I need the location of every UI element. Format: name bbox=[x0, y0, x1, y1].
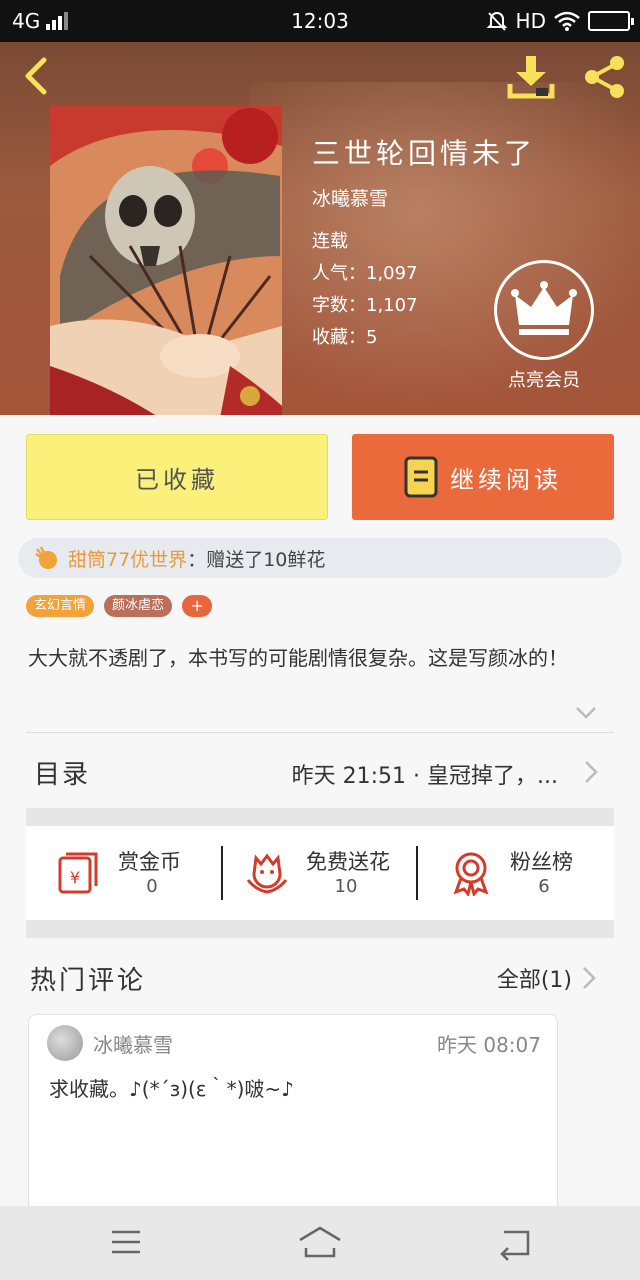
comment-text: 求收藏。♪(*´з)(ε｀*)啵~♪ bbox=[49, 1077, 294, 1101]
gift-message: ：赠送了10鲜花 bbox=[187, 548, 326, 571]
tag-item[interactable]: 颜冰虐恋 bbox=[104, 595, 173, 617]
comments-title: 热门评论 bbox=[30, 966, 147, 996]
book-header: 三世轮回情未了 冰曦慕雪 连载 人气：1,097 字数：1,107 收藏：5 点… bbox=[0, 42, 640, 415]
stat-label: 赏金币 bbox=[118, 850, 181, 874]
back-button[interactable] bbox=[18, 56, 54, 96]
continue-reading-button[interactable]: 继续阅读 bbox=[352, 434, 614, 520]
stat-divider bbox=[416, 846, 418, 900]
flower-gift-icon bbox=[35, 546, 57, 569]
chevron-right-icon[interactable] bbox=[582, 966, 596, 990]
crown-icon bbox=[511, 281, 577, 335]
stat-value: 0 bbox=[146, 876, 158, 897]
book-cover[interactable] bbox=[50, 106, 282, 415]
status-bar: 4G 12:03 HD bbox=[0, 0, 640, 42]
comments-header: 热门评论 全部(1) bbox=[26, 938, 614, 1012]
menu-icon[interactable] bbox=[104, 1222, 148, 1262]
chevron-right-icon bbox=[585, 761, 598, 783]
cover-illustration bbox=[50, 106, 282, 415]
red-envelope-icon: ¥ bbox=[58, 852, 98, 894]
free-flower-button[interactable]: 免费送花 10 bbox=[244, 844, 414, 904]
fan-ranking-button[interactable]: 粉丝榜 6 bbox=[448, 844, 608, 904]
favorited-label: 已收藏 bbox=[135, 465, 219, 494]
hd-indicator: HD bbox=[515, 9, 546, 33]
comment-author[interactable]: 冰曦慕雪 bbox=[93, 1029, 173, 1058]
add-tag-button[interactable]: + bbox=[182, 595, 213, 617]
stat-divider bbox=[221, 846, 223, 900]
share-button[interactable] bbox=[580, 54, 628, 100]
toc-row[interactable]: 目录 昨天 21:51 · 皇冠掉了，... bbox=[26, 734, 614, 808]
stat-label: 粉丝榜 bbox=[510, 850, 573, 874]
all-comments-link[interactable]: 全部(1) bbox=[497, 962, 572, 994]
toc-latest-chapter: 昨天 21:51 · 皇冠掉了，... bbox=[291, 764, 558, 789]
book-popularity: 人气：1,097 bbox=[312, 263, 418, 284]
back-nav-icon[interactable] bbox=[492, 1222, 536, 1262]
download-button[interactable] bbox=[506, 54, 556, 100]
vip-button[interactable] bbox=[494, 260, 594, 360]
section-separator bbox=[26, 920, 614, 938]
continue-reading-label: 继续阅读 bbox=[450, 465, 562, 494]
stats-row: ¥ 赏金币 0 免费送花 10 粉丝榜 6 bbox=[26, 826, 614, 920]
system-nav-bar bbox=[0, 1206, 640, 1280]
chevron-down-icon[interactable] bbox=[574, 704, 598, 722]
book-description: 大大就不透剧了，本书写的可能剧情很复杂。这是写颜冰的！ bbox=[28, 646, 568, 670]
favorited-button[interactable]: 已收藏 bbox=[26, 434, 328, 520]
section-separator bbox=[26, 808, 614, 826]
book-icon bbox=[404, 456, 438, 498]
mute-icon bbox=[486, 12, 507, 31]
book-word-count: 字数：1,107 bbox=[312, 295, 418, 316]
avatar[interactable] bbox=[47, 1025, 83, 1061]
flower-icon bbox=[246, 853, 288, 894]
tag-item[interactable]: 玄幻言情 bbox=[26, 595, 95, 617]
medal-icon bbox=[453, 852, 489, 896]
comment-card[interactable]: 冰曦慕雪 昨天 08:07 求收藏。♪(*´з)(ε｀*)啵~♪ bbox=[28, 1014, 558, 1214]
book-title: 三世轮回情未了 bbox=[312, 137, 537, 170]
wifi-icon bbox=[554, 11, 580, 31]
home-icon[interactable] bbox=[298, 1222, 342, 1262]
divider bbox=[26, 732, 614, 733]
stat-value: 6 bbox=[538, 876, 550, 897]
toc-label: 目录 bbox=[34, 760, 91, 790]
book-status: 连载 bbox=[312, 231, 348, 252]
book-favorites: 收藏：5 bbox=[312, 327, 378, 348]
tag-list: 玄幻言情 颜冰虐恋 + bbox=[26, 595, 213, 617]
book-meta: 连载 人气：1,097 字数：1,107 收藏：5 bbox=[312, 226, 418, 354]
reward-coins-button[interactable]: ¥ 赏金币 0 bbox=[56, 844, 226, 904]
vip-label[interactable]: 点亮会员 bbox=[494, 366, 594, 392]
battery-icon bbox=[588, 11, 634, 31]
stat-label: 免费送花 bbox=[306, 850, 390, 874]
comment-time: 昨天 08:07 bbox=[437, 1033, 541, 1057]
stat-value: 10 bbox=[334, 876, 358, 897]
svg-text:¥: ¥ bbox=[70, 868, 80, 887]
status-icons: HD bbox=[486, 9, 634, 33]
book-author[interactable]: 冰曦慕雪 bbox=[312, 184, 388, 211]
gift-user[interactable]: 甜筒77优世界 bbox=[68, 545, 187, 572]
gift-notice[interactable]: 甜筒77优世界 ：赠送了10鲜花 bbox=[18, 538, 622, 578]
